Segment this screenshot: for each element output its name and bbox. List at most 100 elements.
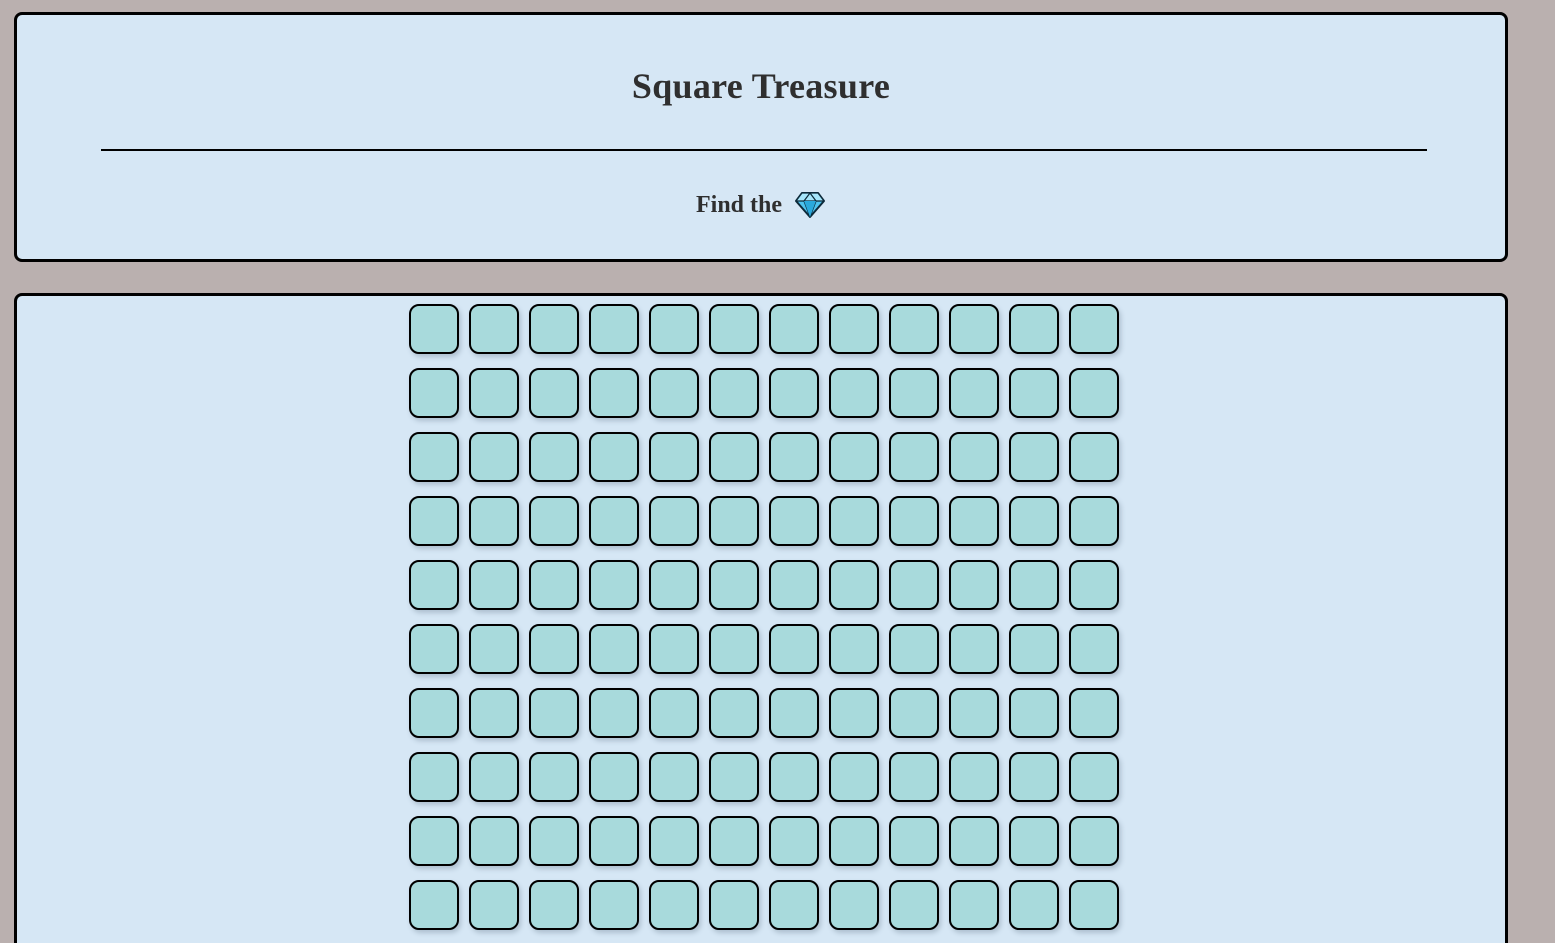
grid-tile[interactable] — [589, 304, 639, 354]
grid-tile[interactable] — [889, 752, 939, 802]
grid-tile[interactable] — [469, 816, 519, 866]
grid-tile[interactable] — [709, 560, 759, 610]
grid-tile[interactable] — [829, 816, 879, 866]
grid-tile[interactable] — [709, 816, 759, 866]
grid-tile[interactable] — [949, 496, 999, 546]
grid-tile[interactable] — [889, 304, 939, 354]
grid-tile[interactable] — [469, 304, 519, 354]
grid-tile[interactable] — [529, 432, 579, 482]
grid-tile[interactable] — [649, 816, 699, 866]
grid-tile[interactable] — [769, 752, 819, 802]
grid-tile[interactable] — [649, 432, 699, 482]
grid-tile[interactable] — [709, 432, 759, 482]
grid-tile[interactable] — [1069, 432, 1119, 482]
grid-tile[interactable] — [409, 624, 459, 674]
grid-tile[interactable] — [469, 880, 519, 930]
grid-tile[interactable] — [589, 688, 639, 738]
grid-tile[interactable] — [829, 880, 879, 930]
grid-tile[interactable] — [589, 368, 639, 418]
grid-tile[interactable] — [1009, 816, 1059, 866]
grid-tile[interactable] — [709, 688, 759, 738]
grid-tile[interactable] — [769, 368, 819, 418]
grid-tile[interactable] — [529, 496, 579, 546]
grid-tile[interactable] — [529, 304, 579, 354]
grid-tile[interactable] — [1069, 688, 1119, 738]
grid-tile[interactable] — [469, 432, 519, 482]
grid-tile[interactable] — [589, 752, 639, 802]
grid-tile[interactable] — [649, 880, 699, 930]
grid-tile[interactable] — [469, 752, 519, 802]
grid-tile[interactable] — [469, 560, 519, 610]
grid-tile[interactable] — [649, 560, 699, 610]
grid-tile[interactable] — [949, 688, 999, 738]
grid-tile[interactable] — [889, 688, 939, 738]
grid-tile[interactable] — [409, 816, 459, 866]
grid-tile[interactable] — [1069, 368, 1119, 418]
grid-tile[interactable] — [709, 368, 759, 418]
grid-tile[interactable] — [1069, 560, 1119, 610]
grid-tile[interactable] — [949, 432, 999, 482]
grid-tile[interactable] — [469, 688, 519, 738]
grid-tile[interactable] — [769, 560, 819, 610]
grid-tile[interactable] — [709, 304, 759, 354]
grid-tile[interactable] — [409, 368, 459, 418]
grid-tile[interactable] — [529, 560, 579, 610]
grid-tile[interactable] — [409, 880, 459, 930]
grid-tile[interactable] — [409, 560, 459, 610]
grid-tile[interactable] — [589, 496, 639, 546]
grid-tile[interactable] — [709, 880, 759, 930]
grid-tile[interactable] — [829, 368, 879, 418]
grid-tile[interactable] — [1069, 816, 1119, 866]
grid-tile[interactable] — [889, 624, 939, 674]
grid-tile[interactable] — [529, 816, 579, 866]
grid-tile[interactable] — [409, 304, 459, 354]
grid-tile[interactable] — [469, 368, 519, 418]
grid-tile[interactable] — [769, 624, 819, 674]
grid-tile[interactable] — [829, 432, 879, 482]
grid-tile[interactable] — [769, 880, 819, 930]
grid-tile[interactable] — [889, 560, 939, 610]
grid-tile[interactable] — [949, 880, 999, 930]
grid-tile[interactable] — [709, 496, 759, 546]
grid-tile[interactable] — [949, 304, 999, 354]
grid-tile[interactable] — [889, 496, 939, 546]
grid-tile[interactable] — [589, 816, 639, 866]
grid-tile[interactable] — [829, 304, 879, 354]
grid-tile[interactable] — [649, 688, 699, 738]
grid-tile[interactable] — [409, 432, 459, 482]
grid-tile[interactable] — [769, 304, 819, 354]
grid-tile[interactable] — [1009, 368, 1059, 418]
grid-tile[interactable] — [649, 368, 699, 418]
grid-tile[interactable] — [589, 432, 639, 482]
grid-tile[interactable] — [409, 496, 459, 546]
grid-tile[interactable] — [769, 688, 819, 738]
grid-tile[interactable] — [889, 816, 939, 866]
grid-tile[interactable] — [649, 752, 699, 802]
grid-tile[interactable] — [529, 880, 579, 930]
grid-tile[interactable] — [529, 368, 579, 418]
grid-tile[interactable] — [829, 752, 879, 802]
grid-tile[interactable] — [829, 688, 879, 738]
grid-tile[interactable] — [1069, 496, 1119, 546]
grid-tile[interactable] — [769, 432, 819, 482]
grid-tile[interactable] — [709, 752, 759, 802]
grid-tile[interactable] — [1009, 880, 1059, 930]
grid-tile[interactable] — [829, 560, 879, 610]
grid-tile[interactable] — [1009, 624, 1059, 674]
grid-tile[interactable] — [589, 880, 639, 930]
grid-tile[interactable] — [1009, 752, 1059, 802]
grid-tile[interactable] — [949, 752, 999, 802]
grid-tile[interactable] — [949, 624, 999, 674]
grid-tile[interactable] — [949, 816, 999, 866]
grid-tile[interactable] — [649, 624, 699, 674]
grid-tile[interactable] — [1069, 880, 1119, 930]
grid-tile[interactable] — [1009, 496, 1059, 546]
grid-tile[interactable] — [409, 752, 459, 802]
grid-tile[interactable] — [529, 688, 579, 738]
grid-tile[interactable] — [1009, 432, 1059, 482]
grid-tile[interactable] — [1069, 752, 1119, 802]
grid-tile[interactable] — [589, 560, 639, 610]
grid-tile[interactable] — [769, 816, 819, 866]
grid-tile[interactable] — [889, 880, 939, 930]
grid-tile[interactable] — [649, 496, 699, 546]
